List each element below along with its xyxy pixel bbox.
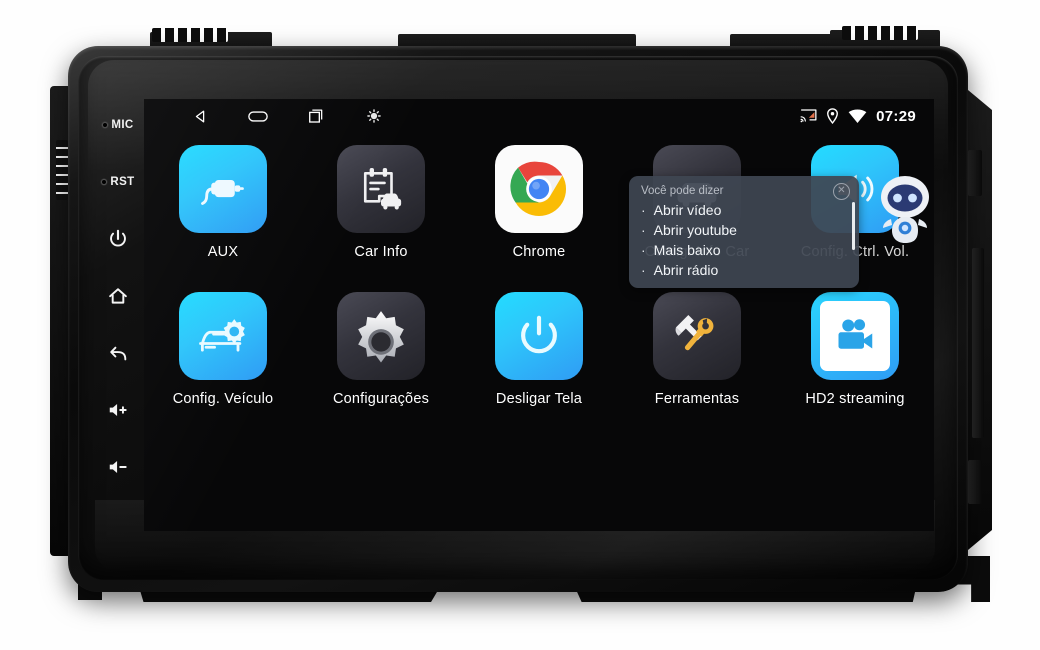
back-triangle-icon — [195, 110, 204, 122]
bullet-icon: · — [641, 221, 646, 238]
app-label: Car Info — [354, 244, 408, 260]
recents-square-icon — [309, 109, 323, 123]
nav-home-button[interactable] — [248, 106, 268, 126]
power-icon — [110, 229, 126, 246]
status-clock: 07:29 — [876, 107, 916, 125]
back-arrow-icon — [110, 346, 127, 360]
voice-popup-title: Você pode dizer — [641, 185, 724, 197]
popup-scrollbar[interactable] — [851, 202, 855, 250]
chrome-icon — [510, 161, 567, 216]
hardware-back-button[interactable] — [92, 324, 144, 381]
home-pill-icon — [248, 110, 268, 122]
voice-command-item[interactable]: · Abrir youtube — [641, 221, 847, 241]
voice-command-label: Abrir vídeo — [653, 202, 722, 218]
volume-up-icon — [109, 403, 127, 416]
wrench-hammer-icon — [675, 314, 714, 351]
reset-label: RST — [110, 175, 135, 188]
car-gear-icon — [199, 319, 245, 352]
reset-hole-icon — [101, 178, 108, 185]
hardware-power-button[interactable] — [92, 210, 144, 267]
app-hd2-streaming[interactable]: HD2 streaming — [776, 292, 934, 407]
app-label: HD2 streaming — [805, 391, 905, 407]
app-label: AUX — [207, 244, 239, 260]
app-configuracoes[interactable]: Configurações — [302, 292, 460, 407]
mount-bracket-top-left-fins — [152, 28, 228, 42]
touchscreen-display[interactable]: 07:29 AUX Car Info Chrome Ctrl. Vol. Con… — [144, 99, 934, 531]
mic-label: MIC — [111, 118, 134, 131]
voice-assistant-popup[interactable]: Você pode dizer · Abrir vídeo · Abrir yo… — [629, 176, 859, 288]
voice-command-item[interactable]: · Abrir rádio — [641, 261, 847, 281]
reset-button[interactable]: RST — [92, 153, 144, 210]
mount-tab-left-upper — [56, 140, 68, 200]
app-label: Configurações — [332, 391, 430, 407]
bullet-icon: · — [641, 241, 646, 258]
hardware-key-strip: MIC RST — [92, 96, 144, 536]
clipboard-car-icon — [363, 168, 402, 210]
brightness-dot-icon — [367, 109, 381, 123]
app-tile — [179, 145, 267, 233]
nav-recents-button[interactable] — [306, 106, 326, 126]
volume-down-icon — [109, 460, 127, 473]
app-tile — [495, 145, 583, 233]
app-tile — [337, 292, 425, 380]
app-tile-inner — [820, 301, 890, 371]
close-circle-icon[interactable]: ✕ — [833, 183, 850, 200]
app-tile — [179, 292, 267, 380]
app-config-veiculo[interactable]: Config. Veículo — [144, 292, 302, 407]
wifi-icon — [848, 108, 867, 123]
app-car-info[interactable]: Car Info — [302, 145, 460, 260]
app-ferramentas[interactable]: Ferramentas — [618, 292, 776, 407]
voice-command-item[interactable]: · Abrir vídeo — [641, 201, 847, 221]
app-tile — [653, 292, 741, 380]
location-pin-icon — [827, 108, 839, 124]
app-label: Config. Veículo — [172, 391, 274, 407]
app-aux[interactable]: AUX — [144, 145, 302, 260]
voice-command-label: Mais baixo — [653, 241, 721, 258]
nav-brightness-button[interactable] — [364, 106, 384, 126]
app-tile — [495, 292, 583, 380]
app-tile — [811, 292, 899, 380]
app-label: Chrome — [512, 244, 566, 260]
aux-plug-icon — [201, 179, 244, 205]
mount-tab-right-upper — [968, 150, 982, 196]
app-desligar-tela[interactable]: Desligar Tela — [460, 292, 618, 407]
home-icon — [109, 287, 127, 304]
app-label: Desligar Tela — [495, 391, 583, 407]
cast-icon — [800, 109, 817, 123]
power-icon — [521, 315, 557, 354]
voice-command-item[interactable]: · Mais baixo — [641, 241, 847, 261]
mic-port: MIC — [92, 96, 144, 153]
mount-bracket-top-right-fins — [842, 26, 918, 40]
bullet-icon: · — [641, 202, 646, 218]
mount-tab-right-lower — [968, 460, 982, 504]
hardware-home-button[interactable] — [92, 267, 144, 324]
robot-assistant-icon[interactable] — [872, 171, 934, 253]
mic-hole-icon — [102, 121, 109, 128]
system-status-icons: 07:29 — [800, 108, 916, 125]
gear-icon — [358, 311, 404, 363]
mount-tab-right-middle — [972, 248, 984, 438]
video-camera-icon — [838, 319, 873, 349]
navigation-bar — [190, 106, 384, 126]
app-tile — [337, 145, 425, 233]
voice-command-label: Abrir youtube — [653, 221, 737, 238]
app-label: Ferramentas — [654, 391, 740, 407]
bullet-icon: · — [641, 261, 646, 278]
voice-command-label: Abrir rádio — [653, 261, 719, 278]
app-chrome[interactable]: Chrome — [460, 145, 618, 260]
hardware-volume-down-button[interactable] — [92, 438, 144, 495]
hardware-volume-up-button[interactable] — [92, 381, 144, 438]
nav-back-button[interactable] — [190, 106, 210, 126]
status-bar: 07:29 — [144, 99, 934, 133]
